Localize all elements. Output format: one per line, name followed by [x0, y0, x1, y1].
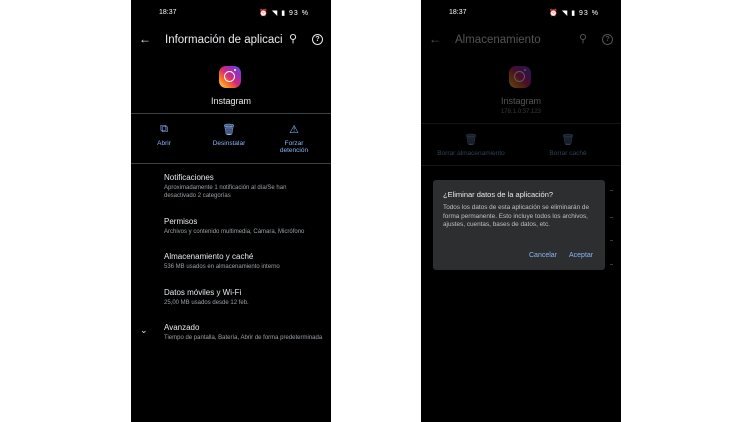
- instagram-lens-shape: [514, 71, 525, 82]
- app-version: 178.1.0.37.123: [500, 109, 542, 115]
- status-time: 18:37: [449, 9, 467, 16]
- list-edge-mark: [610, 217, 613, 218]
- settings-item-data-usage[interactable]: Datos móviles y Wi-Fi 25,00 MB usados de…: [164, 288, 324, 307]
- item-subtitle: desactivado 2 categorías: [164, 193, 231, 199]
- app-name: Instagram: [210, 96, 252, 106]
- item-subtitle: Tiempo de pantalla, Batería, Abrir de fo…: [164, 335, 323, 341]
- trash-icon: 🗑: [464, 134, 478, 146]
- app-bar: ← Almacenamiento ⚲ ?: [421, 32, 621, 52]
- search-icon[interactable]: ⚲: [579, 32, 587, 45]
- clear-storage-label: Borrar almacenamiento: [437, 150, 505, 157]
- status-bar: 18:37 ⏰ ◥ ▮ 93 %: [421, 9, 621, 21]
- item-subtitle: 25,00 MB usados desde 12 feb.: [164, 300, 249, 306]
- app-bar: ← Información de aplicaciones ⚲ ?: [131, 32, 331, 52]
- force-stop-button[interactable]: ⚠ Forzar detención: [264, 123, 324, 154]
- item-subtitle: 536 MB usados en almacenamiento interno: [164, 264, 280, 270]
- clear-cache-button[interactable]: 🗑 Borrar caché: [528, 133, 608, 157]
- instagram-app-icon: [219, 66, 241, 88]
- dialog-title: ¿Eliminar datos de la aplicación?: [443, 190, 554, 199]
- divider: [131, 113, 331, 114]
- status-icons: ⏰ ◥ ▮ 93 %: [549, 10, 599, 17]
- warning-icon: ⚠: [289, 124, 299, 136]
- uninstall-button-label: Desinstalar: [212, 140, 246, 147]
- open-button-label: Abrir: [157, 140, 171, 147]
- item-title: Datos móviles y Wi-Fi: [164, 288, 242, 297]
- force-stop-label-2: detención: [279, 147, 309, 154]
- item-title: Almacenamiento y caché: [164, 252, 254, 261]
- divider: [131, 163, 331, 164]
- item-subtitle: Archivos y contenido multimedia, Cámara,…: [164, 229, 305, 235]
- delete-data-dialog: ¿Eliminar datos de la aplicación? Todos …: [433, 180, 605, 270]
- app-name: Instagram: [500, 96, 542, 106]
- chevron-down-icon: ⌄: [140, 325, 148, 335]
- instagram-app-icon: [509, 66, 531, 88]
- accept-button[interactable]: Aceptar: [569, 252, 593, 259]
- storage-screen: 18:37 ⏰ ◥ ▮ 93 % ← Almacenamiento ⚲ ? In…: [421, 0, 621, 422]
- clear-cache-label: Borrar caché: [549, 150, 587, 157]
- search-icon[interactable]: ⚲: [289, 32, 297, 45]
- help-icon[interactable]: ?: [312, 34, 323, 45]
- settings-item-storage[interactable]: Almacenamiento y caché 536 MB usados en …: [164, 252, 324, 271]
- settings-item-permissions[interactable]: Permisos Archivos y contenido multimedia…: [164, 217, 324, 236]
- force-stop-label-1: Forzar: [284, 140, 304, 147]
- app-info-screen: 18:37 ⏰ ◥ ▮ 93 % ← Información de aplica…: [131, 0, 331, 422]
- divider: [421, 123, 621, 124]
- divider: [421, 165, 621, 166]
- status-bar: 18:37 ⏰ ◥ ▮ 93 %: [131, 9, 331, 21]
- instagram-dot-shape: [234, 69, 236, 71]
- trash-icon: 🗑: [561, 134, 575, 146]
- back-arrow-icon[interactable]: ←: [139, 32, 151, 46]
- item-title: Permisos: [164, 217, 198, 226]
- item-subtitle: Aproximadamente 1 notificación al día/Se…: [164, 185, 287, 191]
- open-button[interactable]: ⧉ Abrir: [134, 123, 194, 147]
- dialog-message: Todos los datos de esta aplicación se el…: [443, 204, 590, 229]
- status-time: 18:37: [159, 9, 177, 16]
- help-icon[interactable]: ?: [602, 34, 613, 45]
- instagram-lens-shape: [224, 71, 235, 82]
- page-title: Almacenamiento: [455, 34, 541, 46]
- cancel-button[interactable]: Cancelar: [529, 252, 557, 259]
- item-title: Avanzado: [164, 323, 200, 332]
- list-edge-mark: [610, 190, 613, 191]
- instagram-dot-shape: [524, 69, 526, 71]
- back-arrow-icon[interactable]: ←: [429, 32, 441, 46]
- item-title: Notificaciones: [164, 173, 214, 182]
- list-edge-mark: [610, 240, 613, 241]
- trash-icon: 🗑: [222, 124, 236, 136]
- open-icon: ⧉: [160, 123, 168, 135]
- status-icons: ⏰ ◥ ▮ 93 %: [259, 10, 309, 17]
- settings-item-notifications[interactable]: Notificaciones Aproximadamente 1 notific…: [164, 173, 324, 200]
- clear-storage-button[interactable]: 🗑 Borrar almacenamiento: [431, 133, 511, 157]
- page-title: Información de aplicaciones: [165, 34, 283, 46]
- list-edge-mark: [610, 264, 613, 265]
- uninstall-button[interactable]: 🗑 Desinstalar: [199, 123, 259, 147]
- settings-item-advanced[interactable]: Avanzado Tiempo de pantalla, Batería, Ab…: [164, 323, 324, 342]
